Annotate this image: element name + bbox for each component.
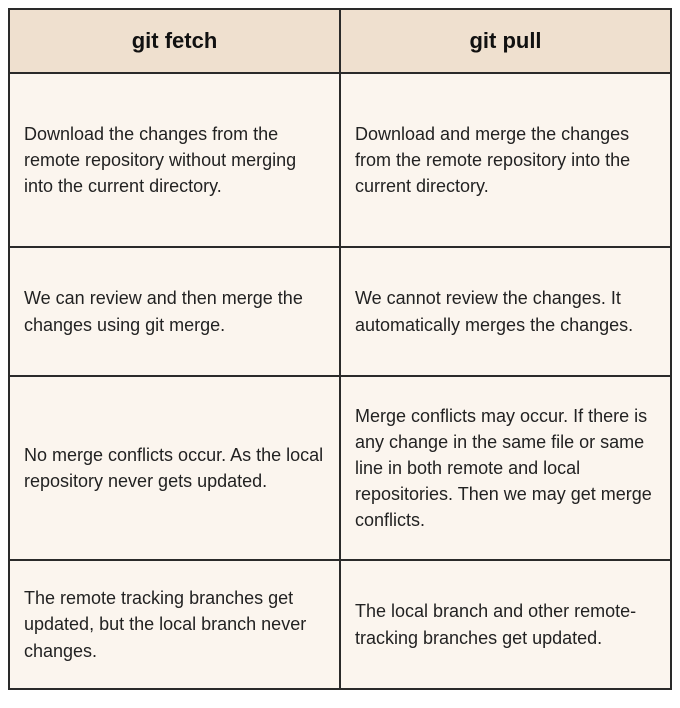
cell-fetch-conflicts: No merge conflicts occur. As the local r… <box>9 376 340 560</box>
cell-pull-review: We cannot review the changes. It automat… <box>340 247 671 376</box>
table-row: The remote tracking branches get updated… <box>9 560 671 689</box>
header-git-pull: git pull <box>340 9 671 73</box>
cell-fetch-branches: The remote tracking branches get updated… <box>9 560 340 689</box>
cell-pull-description: Download and merge the changes from the … <box>340 73 671 247</box>
cell-pull-conflicts: Merge conflicts may occur. If there is a… <box>340 376 671 560</box>
cell-fetch-description: Download the changes from the remote rep… <box>9 73 340 247</box>
cell-fetch-review: We can review and then merge the changes… <box>9 247 340 376</box>
header-git-fetch: git fetch <box>9 9 340 73</box>
table-row: Download the changes from the remote rep… <box>9 73 671 247</box>
table-row: We can review and then merge the changes… <box>9 247 671 376</box>
comparison-table: git fetch git pull Download the changes … <box>8 8 672 690</box>
cell-pull-branches: The local branch and other remote-tracki… <box>340 560 671 689</box>
table-header-row: git fetch git pull <box>9 9 671 73</box>
table-row: No merge conflicts occur. As the local r… <box>9 376 671 560</box>
